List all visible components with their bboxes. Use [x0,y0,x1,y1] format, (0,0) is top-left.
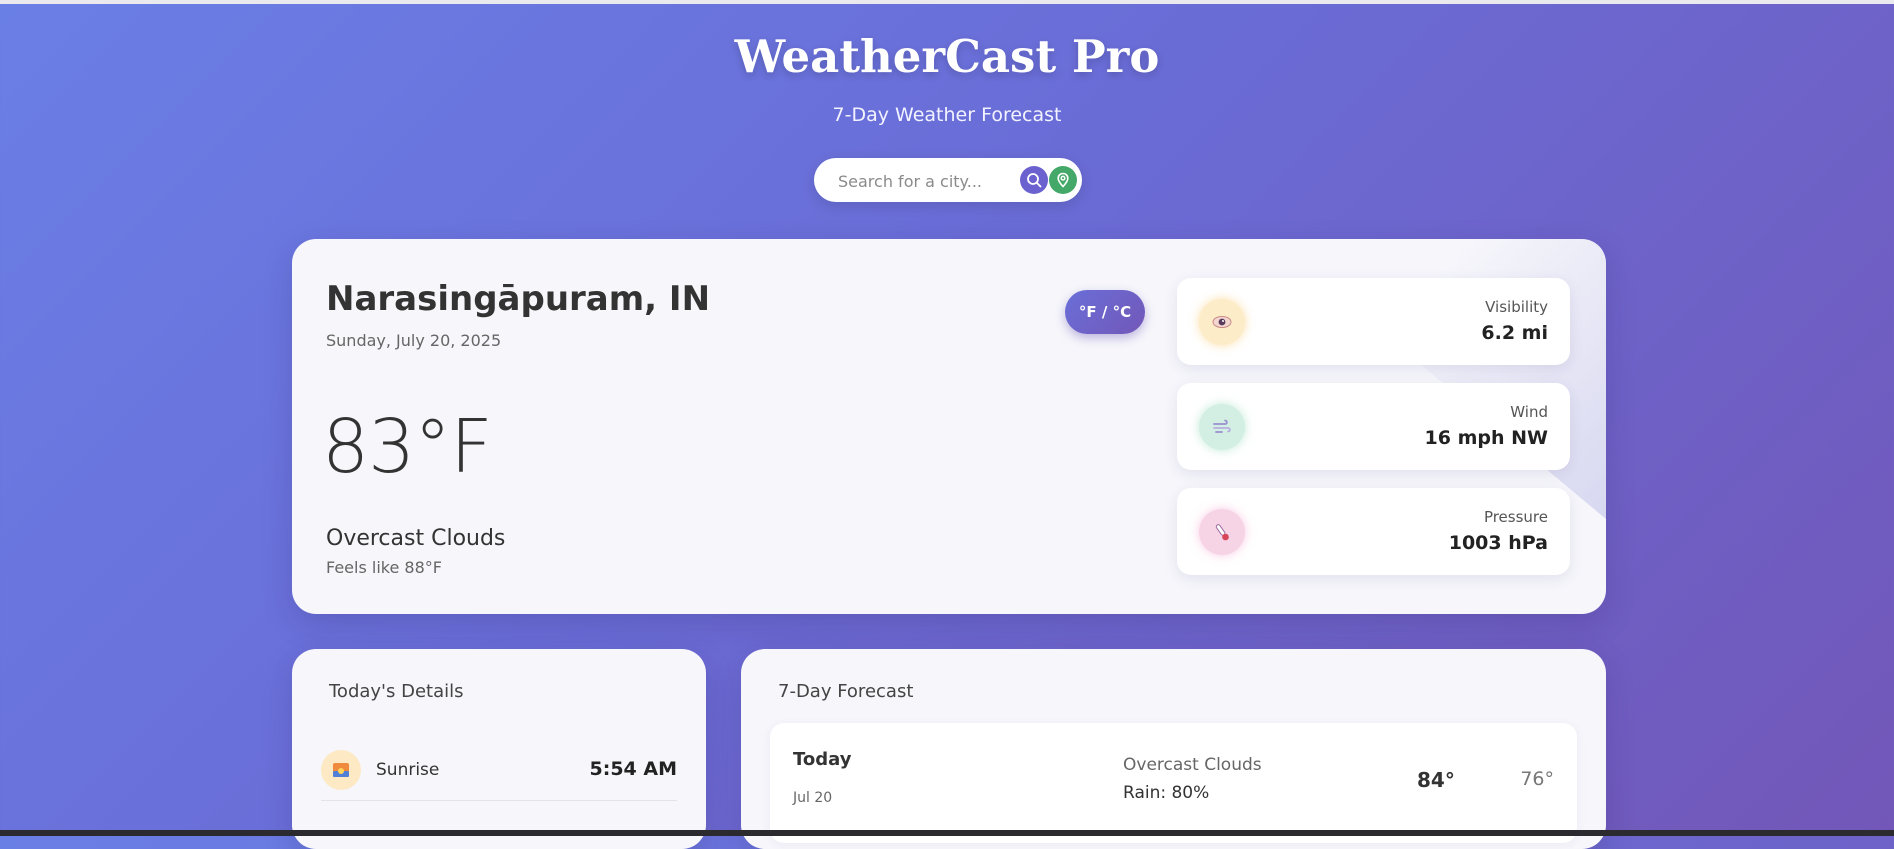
bottom-border [0,830,1894,836]
wind-card: Wind 16 mph NW [1177,383,1570,470]
forecast-high: 84° [1417,768,1455,792]
wind-icon [1199,404,1245,450]
wind-label: Wind [1510,403,1548,421]
eye-icon [1199,299,1245,345]
search-bar [814,158,1082,204]
forecast-low: 76° [1520,768,1554,790]
forecast-condition: Overcast Clouds [1123,755,1262,775]
search-icon [1027,173,1042,188]
app-title: WeatherCast Pro [734,30,1160,83]
current-temperature: 83°F [322,404,493,490]
sunrise-icon [321,750,361,790]
wind-value: 16 mph NW [1424,427,1548,449]
detail-value: 5:54 AM [589,758,678,780]
location-pin-icon [1057,172,1069,188]
feels-like: Feels like 88°F [326,558,442,577]
forecast-row[interactable]: Today Jul 20 Overcast Clouds Rain: 80% 8… [770,723,1577,843]
forecast-card: 7-Day Forecast Today Jul 20 Overcast Clo… [741,649,1606,849]
unit-toggle-button[interactable]: °F / °C [1065,290,1145,334]
forecast-rain: Rain: 80% [1123,783,1210,803]
pressure-label: Pressure [1483,508,1548,526]
top-border [0,0,1894,4]
location-button[interactable] [1049,166,1077,194]
visibility-card: Visibility 6.2 mi [1177,278,1570,365]
detail-label: Sunrise [376,760,440,780]
app-subtitle: 7-Day Weather Forecast [832,104,1062,126]
visibility-value: 6.2 mi [1481,322,1548,344]
pressure-card: Pressure 1003 hPa [1177,488,1570,575]
visibility-label: Visibility [1485,298,1548,316]
forecast-date: Jul 20 [793,790,833,806]
current-condition: Overcast Clouds [326,526,506,551]
detail-row-sunrise: Sunrise 5:54 AM [321,744,677,801]
forecast-day: Today [793,749,852,770]
current-weather-card: Narasingāpuram, IN Sunday, July 20, 2025… [292,239,1606,614]
pressure-value: 1003 hPa [1448,532,1548,554]
todays-details-card: Today's Details Sunrise 5:54 AM [292,649,706,849]
search-button[interactable] [1020,166,1048,194]
current-date: Sunday, July 20, 2025 [326,331,502,350]
thermometer-icon [1199,509,1245,555]
search-input[interactable] [836,158,1030,204]
city-name: Narasingāpuram, IN [326,279,711,319]
details-title: Today's Details [329,681,464,702]
forecast-title: 7-Day Forecast [778,681,914,702]
